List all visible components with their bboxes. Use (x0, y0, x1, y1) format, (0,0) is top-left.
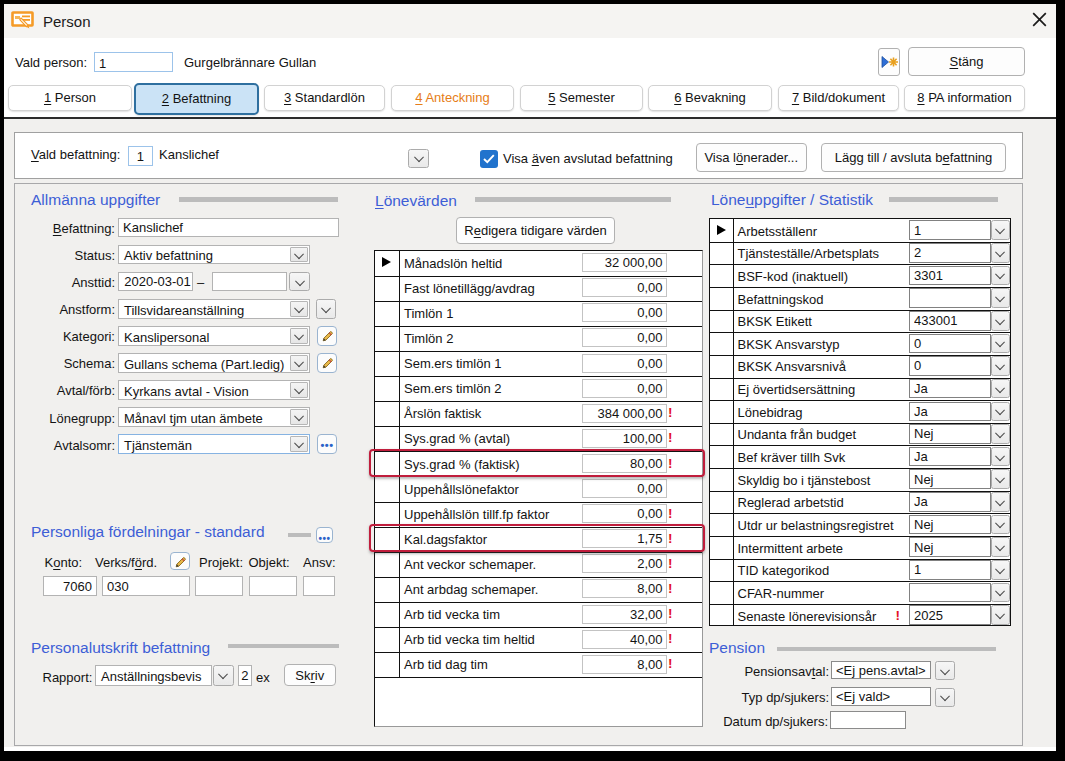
tab-strip: 1 Person 2 Befattning 3 Standardlön 4 An… (0, 0, 1065, 120)
checkbox[interactable] (480, 150, 498, 168)
loneuppgifter-table: Arbetsställenr Tjänsteställe/Arbetsplats… (709, 218, 1011, 626)
lonevarden-table: Månadslön heltid Fast lönetillägg/avdrag… (374, 250, 703, 728)
skriv-btn[interactable]: Skriv (284, 664, 337, 686)
person-window-screenshot: Person Vald person: 1 Gurgelbrännare Gul… (0, 0, 1065, 761)
lagg-till[interactable]: Lägg till / avsluta befattning (821, 143, 1006, 172)
befattning-bar: Vald befattning: 1 Kanslichef Visa även … (14, 132, 1023, 179)
visa-lonerader[interactable]: Visa lönerader... (696, 143, 808, 172)
redigera-btn[interactable]: Redigera tidigare värden (456, 217, 615, 244)
